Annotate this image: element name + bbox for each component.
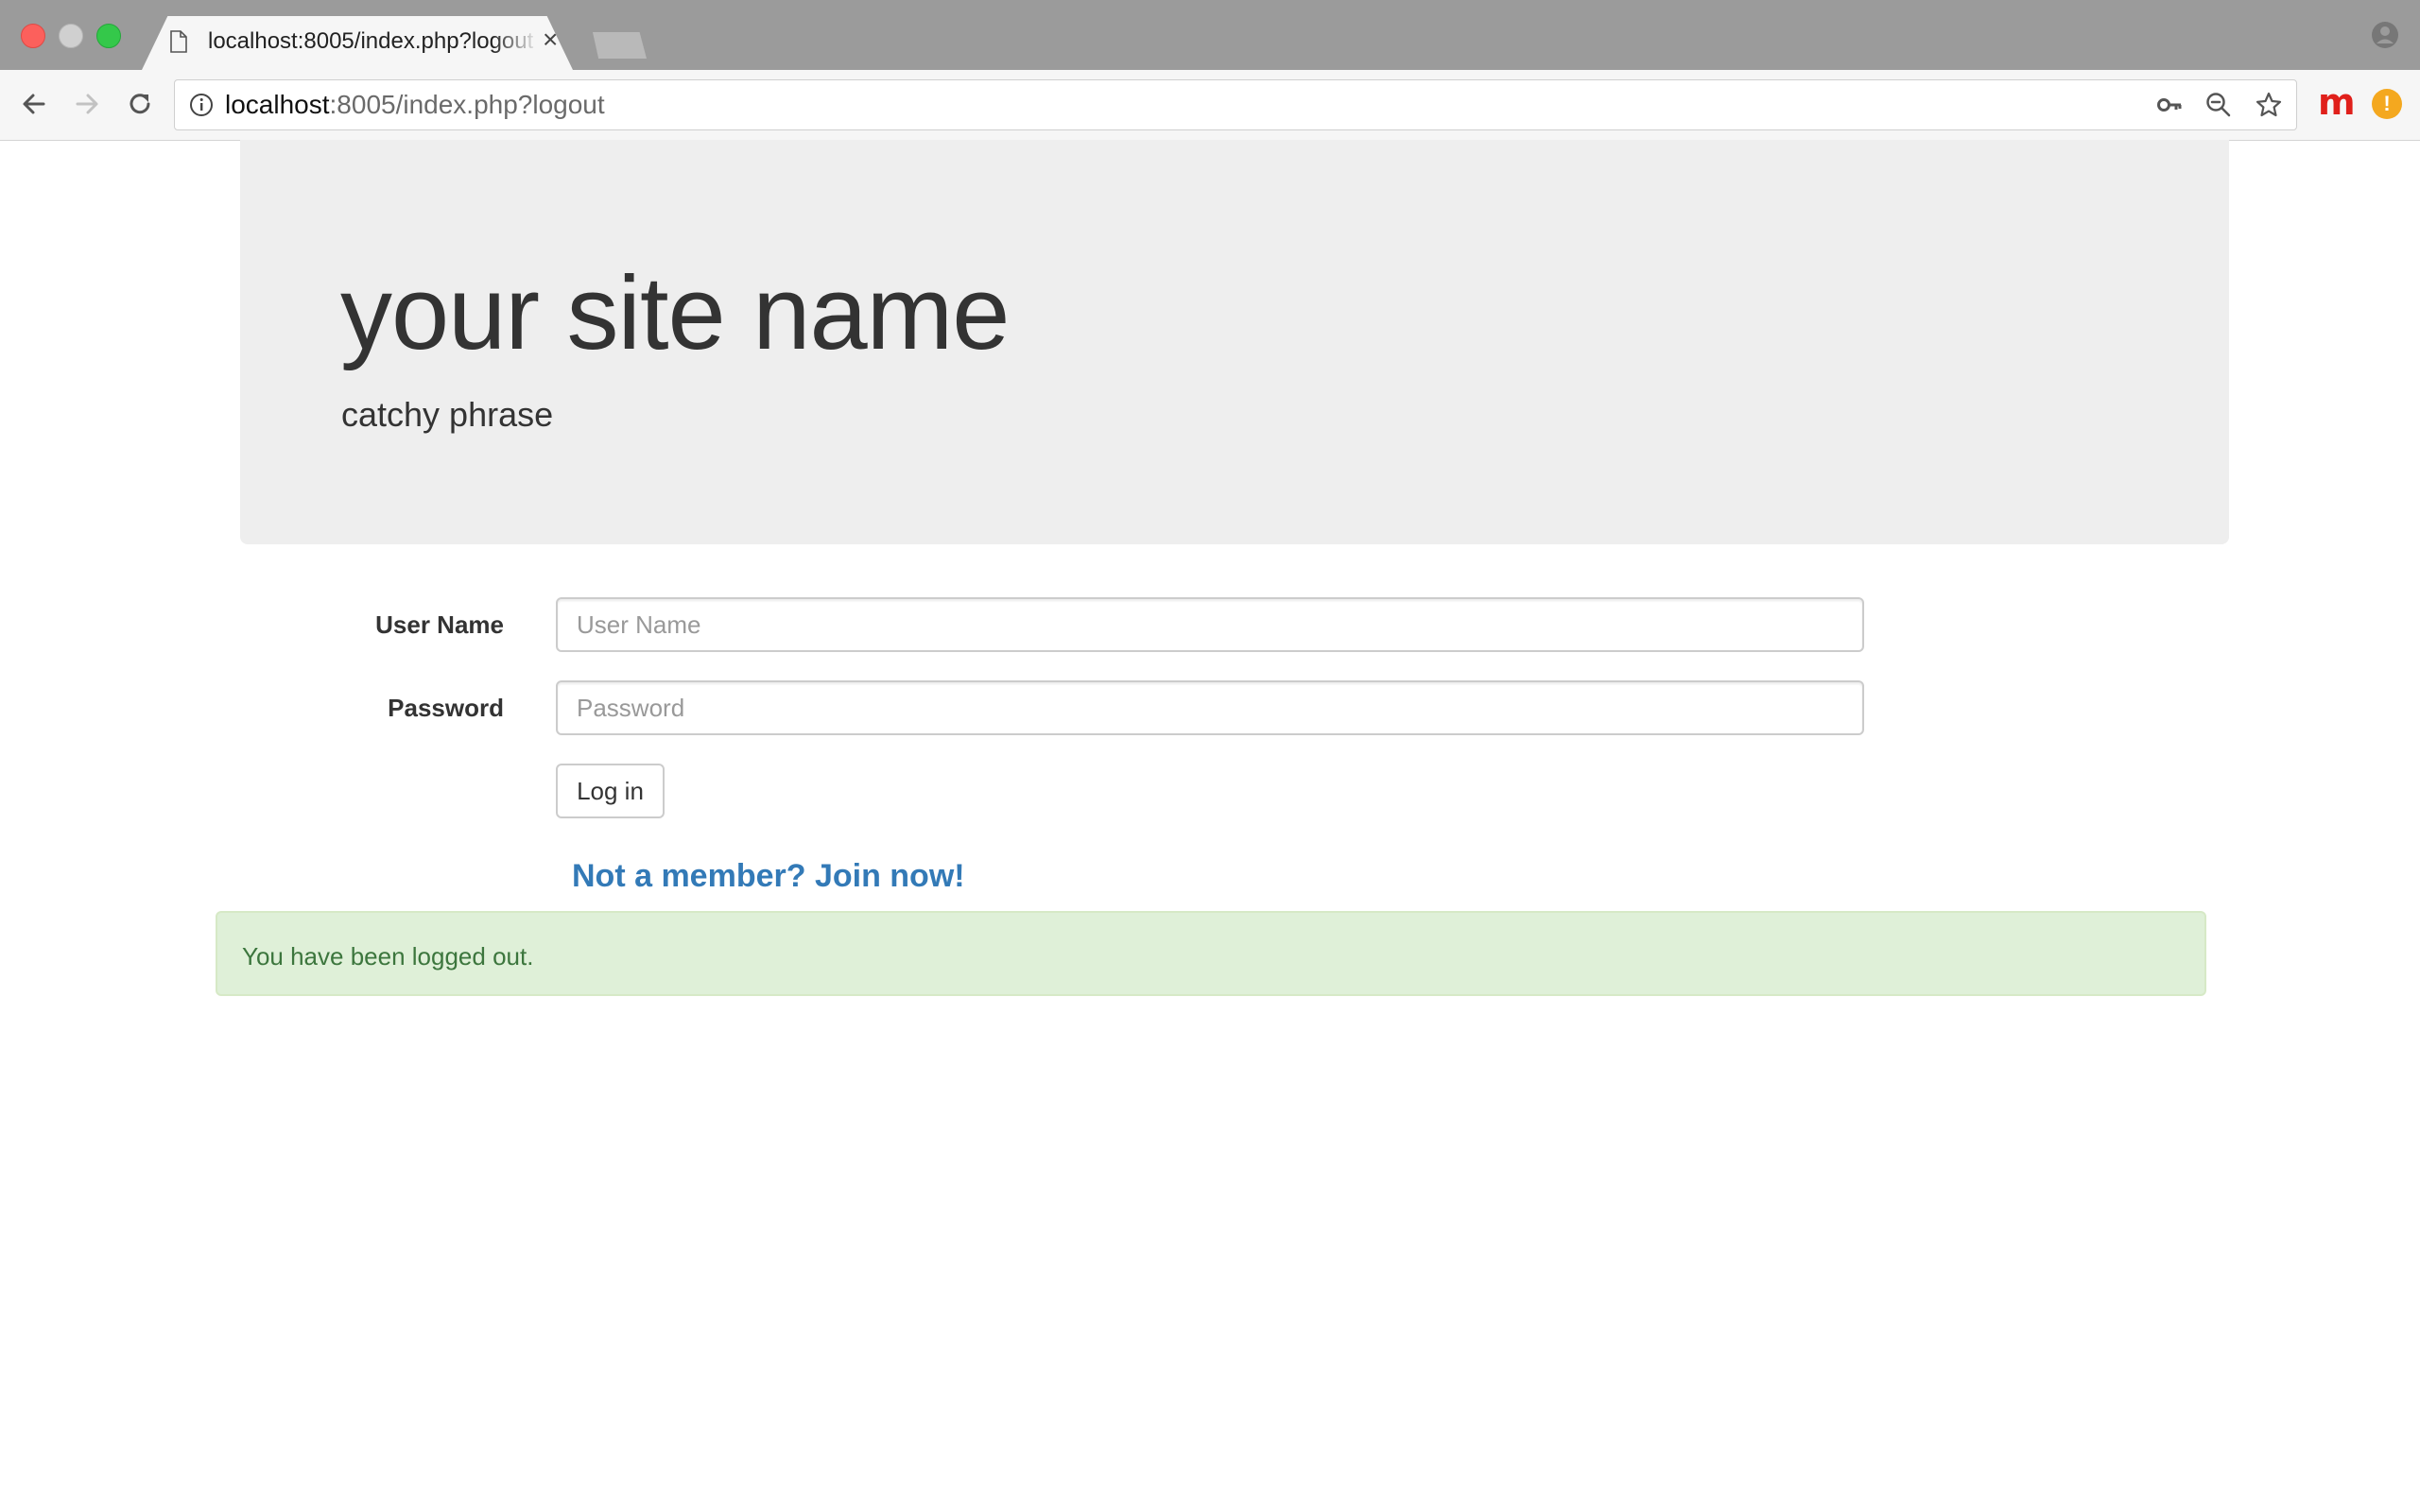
password-label: Password [388, 694, 504, 722]
back-arrow-icon[interactable] [17, 87, 51, 121]
site-tagline: catchy phrase [341, 395, 554, 434]
address-path: :8005/index.php?logout [329, 90, 605, 119]
alert-message: You have been logged out. [242, 942, 534, 971]
close-icon[interactable]: × [543, 26, 558, 53]
profile-icon[interactable] [2371, 21, 2399, 49]
window-minimize-button[interactable] [59, 24, 83, 48]
username-label: User Name [375, 610, 504, 639]
window-close-button[interactable] [21, 24, 45, 48]
window-maximize-button[interactable] [96, 24, 121, 48]
extension-m-icon[interactable]: m [2318, 81, 2356, 123]
zoom-out-icon[interactable] [2204, 91, 2233, 119]
join-now-link[interactable]: Not a member? Join now! [572, 858, 965, 895]
star-icon[interactable] [2255, 91, 2283, 119]
username-input[interactable] [556, 597, 1864, 652]
address-url[interactable]: localhost:8005/index.php?logout [225, 90, 605, 120]
extension-warning-icon[interactable]: ! [2372, 89, 2402, 119]
tab-title: localhost:8005/index.php?logout [208, 28, 534, 54]
forward-arrow-icon[interactable] [70, 87, 104, 121]
file-icon [170, 30, 187, 53]
password-input[interactable] [556, 680, 1864, 735]
reload-icon[interactable] [123, 87, 157, 121]
address-host: localhost [225, 90, 330, 119]
site-name: your site name [340, 255, 1010, 371]
info-icon[interactable] [189, 93, 214, 117]
login-button[interactable]: Log in [556, 764, 665, 818]
key-icon[interactable] [2155, 91, 2184, 119]
